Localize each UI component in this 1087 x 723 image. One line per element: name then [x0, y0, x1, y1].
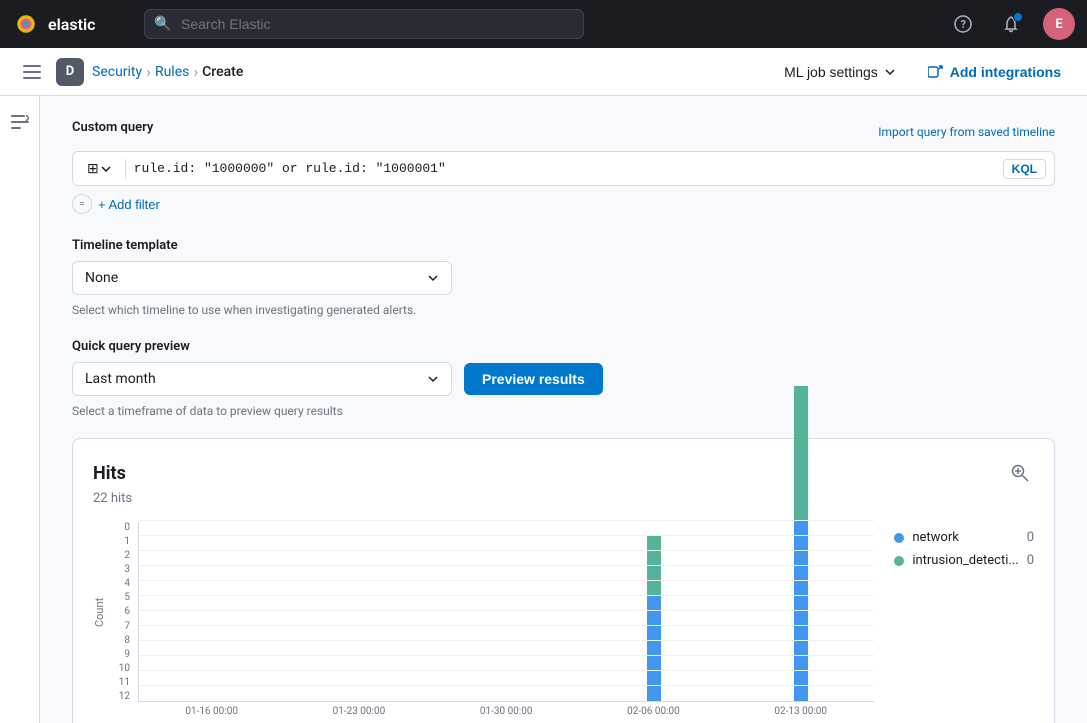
custom-query-label: Custom query [72, 120, 153, 135]
hits-container: Hits 22 hits Count 12 11 10 9 8 [72, 438, 1055, 723]
chart-bars [138, 522, 874, 702]
top-navigation: elastic 🔍 ? E [0, 0, 1087, 48]
query-type-selector-btn[interactable]: ⊞ [81, 156, 117, 181]
chart-inner: 01-16 00:00 01-23 00:00 01-30 00:00 02-0… [138, 522, 874, 717]
breadcrumb-rules[interactable]: Rules [155, 64, 189, 80]
timeline-template-dropdown[interactable]: None [72, 261, 452, 295]
breadcrumb-sep-1: › [146, 62, 151, 81]
breadcrumb-nav: D Security › Rules › Create ML job setti… [0, 48, 1087, 96]
elastic-logo[interactable]: elastic [12, 10, 132, 38]
nav-right-controls: ? E [947, 8, 1075, 40]
grid-line [139, 535, 874, 536]
zoom-in-icon-btn[interactable] [1006, 459, 1034, 487]
query-divider [125, 159, 126, 179]
x-label-1: 01-23 00:00 [285, 706, 432, 717]
bar-group-3 [580, 522, 727, 701]
hamburger-menu-btn[interactable] [16, 56, 48, 88]
legend-dot-intrusion [894, 556, 904, 566]
legend-count-network: 0 [1027, 530, 1034, 545]
y-axis-label: Count [93, 522, 106, 702]
chart-legend: network 0 intrusion_detecti... 0 [894, 522, 1034, 568]
grid-line [139, 670, 874, 671]
timeline-template-label: Timeline template [72, 238, 1055, 253]
bar-network-4 [794, 521, 808, 701]
svg-text:?: ? [961, 18, 967, 31]
preview-results-btn[interactable]: Preview results [464, 363, 603, 395]
preview-row: Last month Preview results [72, 362, 1055, 396]
add-integrations-btn[interactable]: Add integrations [918, 58, 1071, 86]
hits-header: Hits [93, 459, 1034, 487]
grid-line [139, 565, 874, 566]
left-panel [0, 96, 40, 723]
x-label-4: 02-13 00:00 [727, 706, 874, 717]
breadcrumb-sep-2: › [193, 62, 198, 81]
hits-count: 22 hits [93, 491, 1034, 506]
grid-line [139, 625, 874, 626]
add-filter-btn[interactable]: + Add filter [98, 197, 160, 212]
legend-item-intrusion: intrusion_detecti... 0 [894, 553, 1034, 568]
legend-item-network: network 0 [894, 530, 1034, 545]
grid-line [139, 520, 874, 521]
bar-intrusion-3 [647, 536, 661, 596]
grid-line [139, 640, 874, 641]
bar-intrusion-4 [794, 386, 808, 521]
chart-main: Count 12 11 10 9 8 7 6 5 4 3 2 1 [93, 522, 874, 717]
import-query-link[interactable]: Import query from saved timeline [878, 125, 1055, 139]
user-avatar[interactable]: E [1043, 8, 1075, 40]
logo-text: elastic [48, 15, 95, 34]
x-label-0: 01-16 00:00 [138, 706, 285, 717]
timeline-template-section: Timeline template None Select which time… [72, 238, 1055, 319]
search-input[interactable] [144, 9, 584, 39]
bar-stack-4 [794, 386, 808, 701]
grid-line [139, 595, 874, 596]
timeframe-dropdown[interactable]: Last month [72, 362, 452, 396]
breadcrumb-right-actions: ML job settings Add integrations [774, 58, 1071, 86]
bar-group-4 [727, 522, 874, 701]
legend-count-intrusion: 0 [1027, 553, 1034, 568]
bar-group-1 [286, 522, 433, 701]
breadcrumb-create: Create [202, 64, 243, 80]
y-axis-ticks: 12 11 10 9 8 7 6 5 4 3 2 1 0 [110, 522, 138, 702]
main-layout: Custom query Import query from saved tim… [0, 96, 1087, 723]
bar-stack-3 [647, 536, 661, 701]
quick-query-preview-label: Quick query preview [72, 339, 1055, 354]
grid-line [139, 655, 874, 656]
chart-with-legend: Count 12 11 10 9 8 7 6 5 4 3 2 1 [93, 522, 1034, 717]
bar-group-0 [139, 522, 286, 701]
help-icon-btn[interactable]: ? [947, 8, 979, 40]
kql-badge-btn[interactable]: KQL [1003, 159, 1046, 179]
quick-query-preview-section: Quick query preview Last month Preview r… [72, 339, 1055, 418]
timeframe-hint: Select a timeframe of data to preview qu… [72, 404, 1055, 418]
collapse-panel-icon[interactable] [6, 108, 34, 136]
custom-query-section: Custom query Import query from saved tim… [72, 120, 1055, 214]
filter-equals-icon: = [72, 194, 92, 214]
x-label-2: 01-30 00:00 [433, 706, 580, 717]
grid-line [139, 685, 874, 686]
legend-label-network: network [912, 530, 959, 545]
timeline-template-hint: Select which timeline to use when invest… [72, 301, 572, 319]
ml-job-settings-btn[interactable]: ML job settings [774, 58, 906, 86]
grid-line [139, 610, 874, 611]
legend-label-intrusion: intrusion_detecti... [912, 553, 1018, 568]
search-icon: 🔍 [154, 16, 171, 32]
x-label-3: 02-06 00:00 [580, 706, 727, 717]
add-filter-row: = + Add filter [72, 194, 1055, 214]
breadcrumb-security[interactable]: Security [92, 64, 142, 80]
breadcrumb-app-icon: D [56, 58, 84, 86]
grid-line [139, 580, 874, 581]
search-bar[interactable]: 🔍 [144, 9, 584, 39]
query-input-row: ⊞ rule.id: "1000000" or rule.id: "100000… [72, 151, 1055, 186]
notifications-icon-btn[interactable] [995, 8, 1027, 40]
bar-group-2 [433, 522, 580, 701]
grid-line [139, 550, 874, 551]
x-axis-labels: 01-16 00:00 01-23 00:00 01-30 00:00 02-0… [138, 706, 874, 717]
hits-title: Hits [93, 463, 126, 484]
query-value[interactable]: rule.id: "1000000" or rule.id: "1000001" [134, 161, 999, 176]
legend-dot-network [894, 533, 904, 543]
content-area: Custom query Import query from saved tim… [40, 96, 1087, 723]
filter-icon: ⊞ [87, 160, 99, 177]
